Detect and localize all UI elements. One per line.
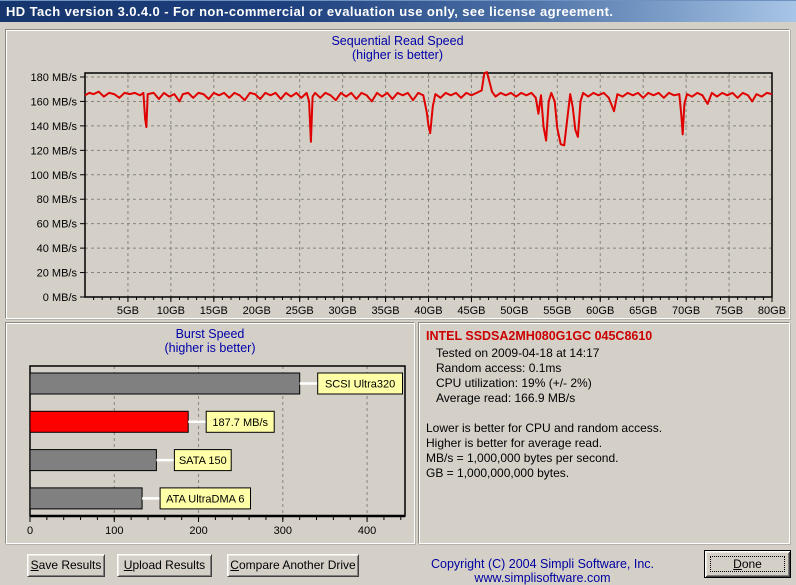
svg-text:40GB: 40GB bbox=[414, 305, 442, 317]
cpu-utilization-line: CPU utilization: 19% (+/- 2%) bbox=[436, 376, 783, 391]
svg-text:400: 400 bbox=[358, 525, 376, 537]
save-results-label: Save Results bbox=[28, 556, 104, 575]
svg-text:60 MB/s: 60 MB/s bbox=[37, 219, 78, 231]
done-label: Done bbox=[706, 552, 789, 576]
random-access-line: Random access: 0.1ms bbox=[436, 361, 783, 376]
svg-text:75GB: 75GB bbox=[715, 305, 743, 317]
save-results-button[interactable]: Save Results bbox=[27, 554, 105, 577]
svg-text:100 MB/s: 100 MB/s bbox=[31, 170, 78, 182]
svg-text:187.7 MB/s: 187.7 MB/s bbox=[212, 417, 268, 429]
upload-results-label: Upload Results bbox=[118, 556, 211, 575]
svg-text:55GB: 55GB bbox=[543, 305, 571, 317]
svg-text:80GB: 80GB bbox=[758, 305, 786, 317]
svg-text:120 MB/s: 120 MB/s bbox=[31, 145, 78, 157]
svg-text:60GB: 60GB bbox=[586, 305, 614, 317]
svg-text:160 MB/s: 160 MB/s bbox=[31, 96, 78, 108]
svg-text:20GB: 20GB bbox=[243, 305, 271, 317]
average-read-line: Average read: 166.9 MB/s bbox=[436, 391, 783, 406]
burst-speed-chart: SCSI Ultra320 187.7 MB/s SATA 150 ATA Ultra… bbox=[6, 323, 414, 543]
svg-text:300: 300 bbox=[274, 525, 292, 537]
svg-text:0 MB/s: 0 MB/s bbox=[43, 292, 78, 304]
hdtach-window: { "titlebar": { "text": "HD Tach version… bbox=[0, 0, 796, 581]
compare-another-drive-label: Compare Another Drive bbox=[228, 556, 358, 575]
drive-name: INTEL SSDSA2MH080G1GC 045C8610 bbox=[426, 329, 783, 344]
svg-text:45GB: 45GB bbox=[457, 305, 485, 317]
svg-text:50GB: 50GB bbox=[500, 305, 528, 317]
svg-text:20 MB/s: 20 MB/s bbox=[37, 268, 78, 280]
window-titlebar[interactable]: HD Tach version 3.0.4.0 - For non-commer… bbox=[0, 0, 796, 22]
compare-another-drive-button[interactable]: Compare Another Drive bbox=[227, 554, 359, 577]
svg-text:SATA 150: SATA 150 bbox=[179, 455, 227, 467]
svg-text:35GB: 35GB bbox=[371, 305, 399, 317]
svg-text:30GB: 30GB bbox=[329, 305, 357, 317]
drive-info-panel: INTEL SSDSA2MH080G1GC 045C8610 Tested on… bbox=[418, 322, 790, 544]
svg-text:200: 200 bbox=[189, 525, 207, 537]
svg-text:65GB: 65GB bbox=[629, 305, 657, 317]
upload-results-button[interactable]: Upload Results bbox=[117, 554, 212, 577]
svg-text:100: 100 bbox=[105, 525, 123, 537]
svg-text:0: 0 bbox=[27, 525, 33, 537]
svg-text:5GB: 5GB bbox=[117, 305, 139, 317]
window-title: HD Tach version 3.0.4.0 - For non-commer… bbox=[6, 4, 613, 19]
svg-text:15GB: 15GB bbox=[200, 305, 228, 317]
tested-on-line: Tested on 2009-04-18 at 14:17 bbox=[436, 346, 783, 361]
burst-speed-panel: Burst Speed (higher is better) SCSI Ultr… bbox=[5, 322, 415, 544]
svg-text:25GB: 25GB bbox=[286, 305, 314, 317]
svg-text:140 MB/s: 140 MB/s bbox=[31, 121, 78, 133]
done-button[interactable]: Done bbox=[704, 550, 791, 578]
svg-text:SCSI Ultra320: SCSI Ultra320 bbox=[325, 379, 395, 391]
svg-text:40 MB/s: 40 MB/s bbox=[37, 243, 78, 255]
svg-text:ATA UltraDMA 6: ATA UltraDMA 6 bbox=[166, 493, 244, 505]
sequential-read-panel: Sequential Read Speed (higher is better)… bbox=[5, 29, 790, 319]
svg-text:70GB: 70GB bbox=[672, 305, 700, 317]
note-lower-better: Lower is better for CPU and random acces… bbox=[426, 421, 783, 436]
svg-text:10GB: 10GB bbox=[157, 305, 185, 317]
note-gb-definition: GB = 1,000,000,000 bytes. bbox=[426, 466, 783, 481]
svg-text:180 MB/s: 180 MB/s bbox=[31, 72, 78, 84]
note-higher-better: Higher is better for average read. bbox=[426, 436, 783, 451]
svg-text:80 MB/s: 80 MB/s bbox=[37, 194, 78, 206]
note-mbs-definition: MB/s = 1,000,000 bytes per second. bbox=[426, 451, 783, 466]
sequential-read-chart: 0 MB/s 20 MB/s 40 MB/s 60 MB/s 80 MB/s 100 MB… bbox=[6, 30, 789, 318]
